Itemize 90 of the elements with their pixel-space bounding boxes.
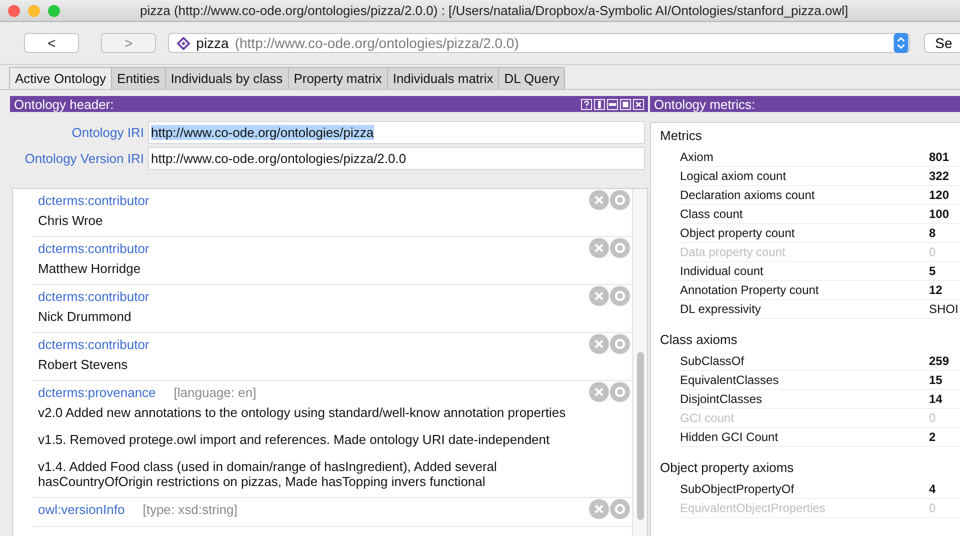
metric-label: GCI count [680,411,736,425]
metric-value: 4 [929,482,936,496]
edit-circle-icon[interactable] [610,286,630,306]
metric-label: Data property count [680,245,786,259]
metric-label: Annotation Property count [680,283,820,297]
annotation-property-link[interactable]: owl:versionInfo [38,502,125,516]
delete-icon[interactable] [589,286,609,306]
delete-icon[interactable] [589,238,609,258]
annotation-value: v1.5. Removed protege.owl import and references. Made ontology URI date-independent [38,432,551,447]
metric-label: Class count [680,207,744,221]
metric-value: 0 [929,411,936,425]
minimize-window-icon[interactable] [28,4,40,16]
ontology-icon [177,36,190,50]
annotation-property-link[interactable]: dcterms:contributor [38,336,150,352]
tab[interactable]: Property matrix [288,67,388,89]
tab[interactable]: Active Ontology [9,67,112,89]
input-field[interactable]: http://www.co-ode.org/ontologies/pizza [148,121,645,144]
section-title: Class axioms [660,330,738,348]
delete-icon[interactable] [589,382,609,402]
tab[interactable]: DL Query [498,67,566,89]
back-button[interactable]: < [24,33,80,53]
split-horizontal-icon[interactable] [607,98,618,110]
scrollbar[interactable] [632,189,647,536]
metric-value: 8 [929,226,936,240]
metric-label: DisjointClasses [680,392,764,406]
close-window-icon[interactable] [8,4,20,16]
section-title: Metrics [660,126,703,144]
window-title: pizza (http://www.co-ode.org/ontologies/pizza/2.0.0) : [/Users/natalia/Dropbox/a-Symbolic AI/Ontologies/stanford_pizza.owl] [140,3,848,18]
metric-label: Hidden GCI Count [680,430,780,444]
edit-circle-icon[interactable] [610,238,630,258]
metric-value: SHOI [929,302,958,316]
metric-value: 2 [929,430,936,444]
metric-label: Logical axiom count [680,169,788,183]
panel-title: Ontology metrics: [654,96,756,112]
metric-value: 15 [929,373,942,387]
ontology-selector[interactable]: pizza (http://www.co-ode.org/ontologies/pizza/2.0.0) [168,33,910,53]
field-label: Ontology Version IRI [24,151,145,166]
zoom-window-icon[interactable] [48,4,60,16]
annotation-property-link[interactable]: dcterms:contributor [38,288,150,304]
maximize-icon[interactable] [620,98,631,110]
annotation-qualifier: [type: xsd:string] [142,502,238,516]
annotation-value: v2.0 Added new annotations to the ontology using standard/well-know annotation properties [38,405,567,420]
metric-value: 120 [929,188,950,202]
delete-icon[interactable] [589,334,609,354]
close-icon[interactable] [633,98,644,110]
annotation-value: v1.4. Added Food class (used in domain/range of hasIngredient), Added several hasCountryOfOrigin restrictions on pizzas, Made hasTopping invers functional [38,459,498,489]
metric-label: Axiom [680,150,714,164]
dropdown-stepper-icon [893,33,910,53]
metric-label: EquivalentObjectProperties [680,501,826,515]
scrollbar-thumb[interactable] [636,352,644,520]
metric-value: 0 [929,245,936,259]
annotation-value: Nick Drummond [38,309,132,324]
panel-title: Ontology header: [14,96,114,112]
annotation-property-link[interactable]: dcterms:contributor [38,240,150,256]
metric-label: DL expressivity [680,302,762,316]
input-field[interactable]: http://www.co-ode.org/ontologies/pizza/2.0.0 [148,147,645,170]
metric-value: 14 [929,392,942,406]
metric-label: EquivalentClasses [680,373,780,387]
metric-value: 322 [929,169,950,183]
metric-label: Individual count [680,264,764,278]
tab[interactable]: Entities [111,67,166,89]
annotation-value: Chris Wroe [38,213,104,228]
section-title: Object property axioms [660,458,795,477]
edit-circle-icon[interactable] [610,334,630,354]
field-label: Ontology IRI [70,125,145,140]
annotation-property-link[interactable]: dcterms:provenance [38,384,156,400]
help-icon[interactable] [581,98,592,110]
metric-value: 100 [929,207,950,221]
metric-label: SubObjectPropertyOf [680,482,796,496]
metric-label: Object property count [680,226,796,240]
edit-circle-icon[interactable] [610,190,630,210]
metric-value: 0 [929,501,936,515]
tab[interactable]: Individuals by class [164,67,289,89]
split-vertical-icon[interactable] [594,98,605,110]
metric-value: 12 [929,283,942,297]
metric-label: Declaration axioms count [680,188,816,202]
search-button[interactable]: Se [924,33,960,53]
delete-icon[interactable] [589,499,609,519]
annotation-qualifier: [language: en] [174,384,256,400]
edit-circle-icon[interactable] [610,499,630,519]
metric-value: 801 [929,150,950,164]
tab[interactable]: Individuals matrix [386,67,500,89]
annotation-property-link[interactable]: dcterms:contributor [38,192,150,208]
metric-value: 5 [929,264,936,278]
annotation-value: Matthew Horridge [38,261,142,276]
metric-label: SubClassOf [680,354,746,368]
metric-value: 259 [929,354,950,368]
annotation-value: Robert Stevens [38,357,129,372]
delete-icon[interactable] [589,190,609,210]
edit-circle-icon[interactable] [610,382,630,402]
